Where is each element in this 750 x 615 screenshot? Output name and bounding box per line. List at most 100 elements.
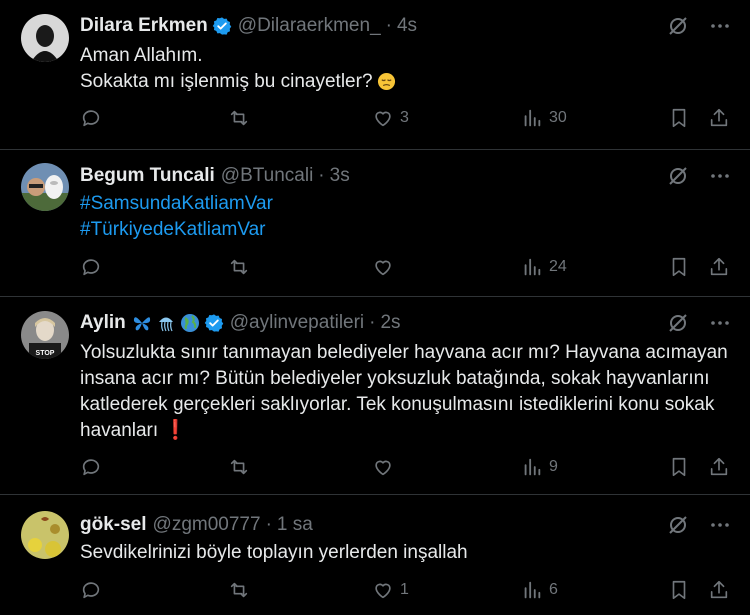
display-name[interactable]: gök-sel [80, 514, 147, 536]
retweet-button[interactable] [228, 256, 256, 278]
timestamp[interactable]: 3s [330, 165, 350, 187]
share-button[interactable] [708, 256, 730, 278]
retweet-icon [230, 459, 248, 475]
avatar[interactable] [21, 511, 69, 559]
tweet-text: Aman Allahım. Sokakta mı işlenmiş bu cin… [80, 43, 730, 95]
verified-badge-icon [204, 313, 224, 333]
bookmark-icon [672, 108, 686, 128]
display-name[interactable]: Dilara Erkmen [80, 15, 208, 37]
display-name[interactable]: Begum Tuncali [80, 165, 215, 187]
svg-text:STOP: STOP [36, 350, 55, 357]
bookmark-button[interactable] [668, 256, 690, 278]
separator-dot: · [369, 312, 376, 333]
views-button[interactable]: 6 [521, 579, 558, 601]
grok-icon[interactable] [666, 164, 690, 188]
share-icon [710, 257, 728, 276]
avatar[interactable] [21, 14, 69, 62]
reply-icon [82, 582, 100, 599]
like-button[interactable] [372, 456, 400, 478]
grok-icon[interactable] [666, 311, 690, 335]
action-bar: 24 [80, 256, 734, 284]
views-count: 24 [549, 258, 567, 275]
reply-button[interactable] [80, 107, 108, 129]
share-button[interactable] [708, 579, 730, 601]
user-handle[interactable]: @zgm00777 [153, 514, 261, 536]
jellyfish-emoji-icon [156, 313, 176, 333]
hashtag-link[interactable]: #SamsundaKatliamVar [80, 191, 730, 217]
timestamp[interactable]: 4s [397, 15, 417, 37]
reply-button[interactable] [80, 256, 108, 278]
display-name[interactable]: Aylin [80, 312, 126, 334]
retweet-icon [230, 259, 248, 275]
more-icon[interactable] [708, 311, 732, 335]
reply-button[interactable] [80, 456, 108, 478]
bookmark-button[interactable] [668, 107, 690, 129]
action-bar: 1 6 [80, 579, 734, 607]
tweet-text: Yolsuzlukta sınır tanımayan belediyeler … [80, 342, 728, 441]
timestamp[interactable]: 1 sa [277, 514, 313, 536]
reply-icon [82, 459, 100, 476]
tweet-text: Sevdikelrinizi böyle toplayın yerlerden … [80, 542, 468, 563]
pensive-face-emoji-icon [377, 72, 396, 91]
reply-button[interactable] [80, 579, 108, 601]
share-button[interactable] [708, 456, 730, 478]
views-icon [524, 458, 541, 476]
tweet-begum[interactable]: Begum Tuncali @BTuncali · 3s #SamsundaKa… [0, 150, 750, 297]
retweet-icon [230, 582, 248, 598]
header-icons [666, 14, 732, 38]
like-count: 3 [400, 109, 409, 126]
header-icons [666, 513, 732, 537]
reply-icon [82, 110, 100, 127]
verified-badge-icon [212, 16, 232, 36]
timestamp[interactable]: 2s [380, 312, 400, 334]
avatar[interactable]: STOP [21, 311, 69, 359]
retweet-button[interactable] [228, 456, 256, 478]
like-button[interactable]: 1 [372, 579, 409, 601]
user-handle[interactable]: @BTuncali [221, 165, 314, 187]
reply-icon [82, 259, 100, 276]
bookmark-button[interactable] [668, 579, 690, 601]
user-handle[interactable]: @aylinvepatileri [230, 312, 364, 334]
action-bar: 3 30 [80, 107, 734, 135]
bookmark-button[interactable] [668, 456, 690, 478]
views-button[interactable]: 24 [521, 256, 567, 278]
bookmark-icon [672, 580, 686, 600]
more-icon[interactable] [708, 513, 732, 537]
share-button[interactable] [708, 107, 730, 129]
share-icon [710, 457, 728, 476]
separator-dot: · [265, 514, 272, 535]
tweet-goksel[interactable]: gök-sel @zgm00777 · 1 sa Sevdikelrinizi … [0, 495, 750, 615]
retweet-button[interactable] [228, 579, 256, 601]
tweet-text-line: Sokakta mı işlenmiş bu cinayetler? [80, 69, 730, 95]
separator-dot: · [318, 165, 325, 186]
user-handle[interactable]: @Dilaraerkmen_ [238, 15, 381, 37]
tweet-aylin[interactable]: STOP Aylin @aylinvepatileri · 2s Yolsuzl… [0, 297, 750, 495]
heart-icon [375, 460, 391, 476]
views-button[interactable]: 9 [521, 456, 558, 478]
retweet-button[interactable] [228, 107, 256, 129]
tweet-header: gök-sel @zgm00777 · 1 sa [80, 513, 750, 537]
tweet-header: Aylin @aylinvepatileri · 2s [80, 311, 750, 335]
more-icon[interactable] [708, 164, 732, 188]
retweet-icon [230, 110, 248, 126]
like-count: 1 [400, 581, 409, 598]
timeline-feed: Dilara Erkmen @Dilaraerkmen_ · 4s Aman A… [0, 0, 750, 615]
avatar[interactable] [21, 163, 69, 211]
bookmark-icon [672, 457, 686, 477]
bookmark-icon [672, 257, 686, 277]
more-icon[interactable] [708, 14, 732, 38]
like-button[interactable] [372, 256, 400, 278]
tweet-dilara[interactable]: Dilara Erkmen @Dilaraerkmen_ · 4s Aman A… [0, 0, 750, 150]
grok-icon[interactable] [666, 14, 690, 38]
grok-icon[interactable] [666, 513, 690, 537]
share-icon [710, 108, 728, 127]
header-icons [666, 311, 732, 335]
like-button[interactable]: 3 [372, 107, 409, 129]
hashtag-link[interactable]: #TürkiyedeKatliamVar [80, 217, 730, 243]
views-button[interactable]: 30 [521, 107, 567, 129]
views-count: 6 [549, 581, 558, 598]
tweet-text-line-2: Sokakta mı işlenmiş bu cinayetler? [80, 71, 373, 92]
share-icon [710, 580, 728, 599]
heart-icon [375, 260, 391, 276]
heart-icon [375, 111, 391, 127]
